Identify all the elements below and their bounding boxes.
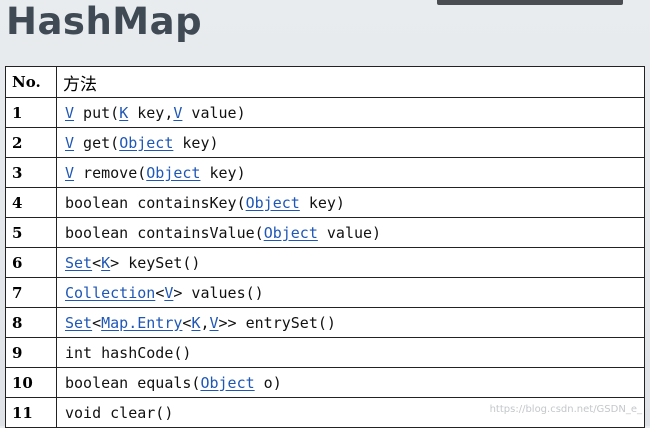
type-link[interactable]: Map.Entry bbox=[101, 314, 182, 332]
row-number: 2 bbox=[5, 127, 57, 158]
watermark: https://blog.csdn.net/GSDN_e_ bbox=[489, 404, 642, 415]
signature-text: put( bbox=[74, 103, 120, 122]
signature-text: > keySet() bbox=[110, 253, 201, 272]
method-signature: int hashCode() bbox=[56, 337, 645, 368]
table-row: 5 boolean containsValue(Object value) bbox=[5, 217, 645, 248]
method-signature: V put(K key,V value) bbox=[56, 97, 645, 128]
type-link[interactable]: K bbox=[101, 254, 110, 272]
method-signature: V get(Object key) bbox=[56, 127, 645, 158]
table-row: 4 boolean containsKey(Object key) bbox=[5, 187, 645, 218]
table-row: 10 boolean equals(Object o) bbox=[5, 367, 645, 398]
signature-text: , bbox=[200, 313, 210, 332]
signature-text: key) bbox=[299, 193, 345, 212]
signature-text: value) bbox=[317, 223, 382, 242]
row-number: 10 bbox=[5, 367, 57, 398]
signature-text: >> entrySet() bbox=[218, 313, 336, 332]
method-signature: Set<Map.Entry<K,V>> entrySet() bbox=[56, 307, 645, 338]
method-signature: Set<K> keySet() bbox=[56, 247, 645, 278]
row-number: 7 bbox=[5, 277, 57, 308]
signature-text: value) bbox=[182, 103, 246, 122]
row-number: 5 bbox=[5, 217, 57, 248]
row-number: 9 bbox=[5, 337, 57, 368]
row-number: 8 bbox=[5, 307, 57, 338]
method-signature: boolean containsKey(Object key) bbox=[56, 187, 645, 218]
row-number: 11 bbox=[5, 397, 57, 428]
signature-text: o) bbox=[254, 373, 282, 392]
type-link[interactable]: Collection bbox=[65, 284, 155, 302]
signature-text: get( bbox=[74, 133, 120, 152]
method-signature: Collection<V> values() bbox=[56, 277, 645, 308]
header-no: No. bbox=[5, 66, 57, 98]
signature-text: boolean equals( bbox=[65, 373, 201, 392]
type-link[interactable]: K bbox=[119, 104, 128, 122]
methods-table: No. 方法 1V put(K key,V value) 2 V get(Objec… bbox=[5, 66, 645, 428]
row-number: 4 bbox=[5, 187, 57, 218]
signature-text: key, bbox=[128, 103, 174, 122]
header-method: 方法 bbox=[56, 66, 645, 98]
signature-text: boolean containsValue( bbox=[65, 223, 264, 242]
top-toolbar-bar bbox=[437, 0, 623, 5]
type-link[interactable]: V bbox=[65, 104, 74, 122]
table-row: 1V put(K key,V value) bbox=[5, 97, 645, 128]
signature-text: < bbox=[92, 313, 102, 332]
signature-text: void clear() bbox=[65, 403, 174, 422]
methods-table-container: No. 方法 1V put(K key,V value) 2 V get(Objec… bbox=[5, 66, 645, 428]
method-signature: boolean equals(Object o) bbox=[56, 367, 645, 398]
table-row: 9 int hashCode() bbox=[5, 337, 645, 368]
table-row: 3V remove(Object key) bbox=[5, 157, 645, 188]
type-link[interactable]: V bbox=[65, 134, 74, 152]
type-link[interactable]: Object bbox=[119, 134, 173, 152]
method-signature: boolean containsValue(Object value) bbox=[56, 217, 645, 248]
signature-text: boolean containsKey( bbox=[65, 193, 246, 212]
type-link[interactable]: Object bbox=[264, 224, 318, 242]
table-row: 7 Collection<V> values() bbox=[5, 277, 645, 308]
type-link[interactable]: Object bbox=[200, 374, 254, 392]
page-title: HashMap bbox=[6, 0, 203, 43]
signature-text: key) bbox=[173, 133, 219, 152]
table-row: 8 Set<Map.Entry<K,V>> entrySet() bbox=[5, 307, 645, 338]
row-number: 6 bbox=[5, 247, 57, 278]
type-link[interactable]: Set bbox=[65, 314, 92, 332]
signature-text: int hashCode() bbox=[65, 343, 192, 362]
method-signature: V remove(Object key) bbox=[56, 157, 645, 188]
type-link[interactable]: V bbox=[210, 314, 219, 332]
signature-text: < bbox=[92, 253, 102, 272]
table-header-row: No. 方法 bbox=[5, 66, 645, 98]
row-number: 3 bbox=[5, 157, 57, 188]
type-link[interactable]: Object bbox=[146, 164, 200, 182]
signature-text: key) bbox=[200, 163, 246, 182]
type-link[interactable]: Object bbox=[246, 194, 300, 212]
signature-text: remove( bbox=[74, 163, 147, 182]
signature-text: < bbox=[155, 283, 165, 302]
row-number: 1 bbox=[5, 97, 57, 128]
signature-text: > values() bbox=[173, 283, 264, 302]
table-row: 6 Set<K> keySet() bbox=[5, 247, 645, 278]
table-row: 2V get(Object key) bbox=[5, 127, 645, 158]
table-body: 1V put(K key,V value) 2 V get(Object key) 3… bbox=[5, 97, 645, 428]
type-link[interactable]: Set bbox=[65, 254, 92, 272]
type-link[interactable]: V bbox=[65, 164, 74, 182]
